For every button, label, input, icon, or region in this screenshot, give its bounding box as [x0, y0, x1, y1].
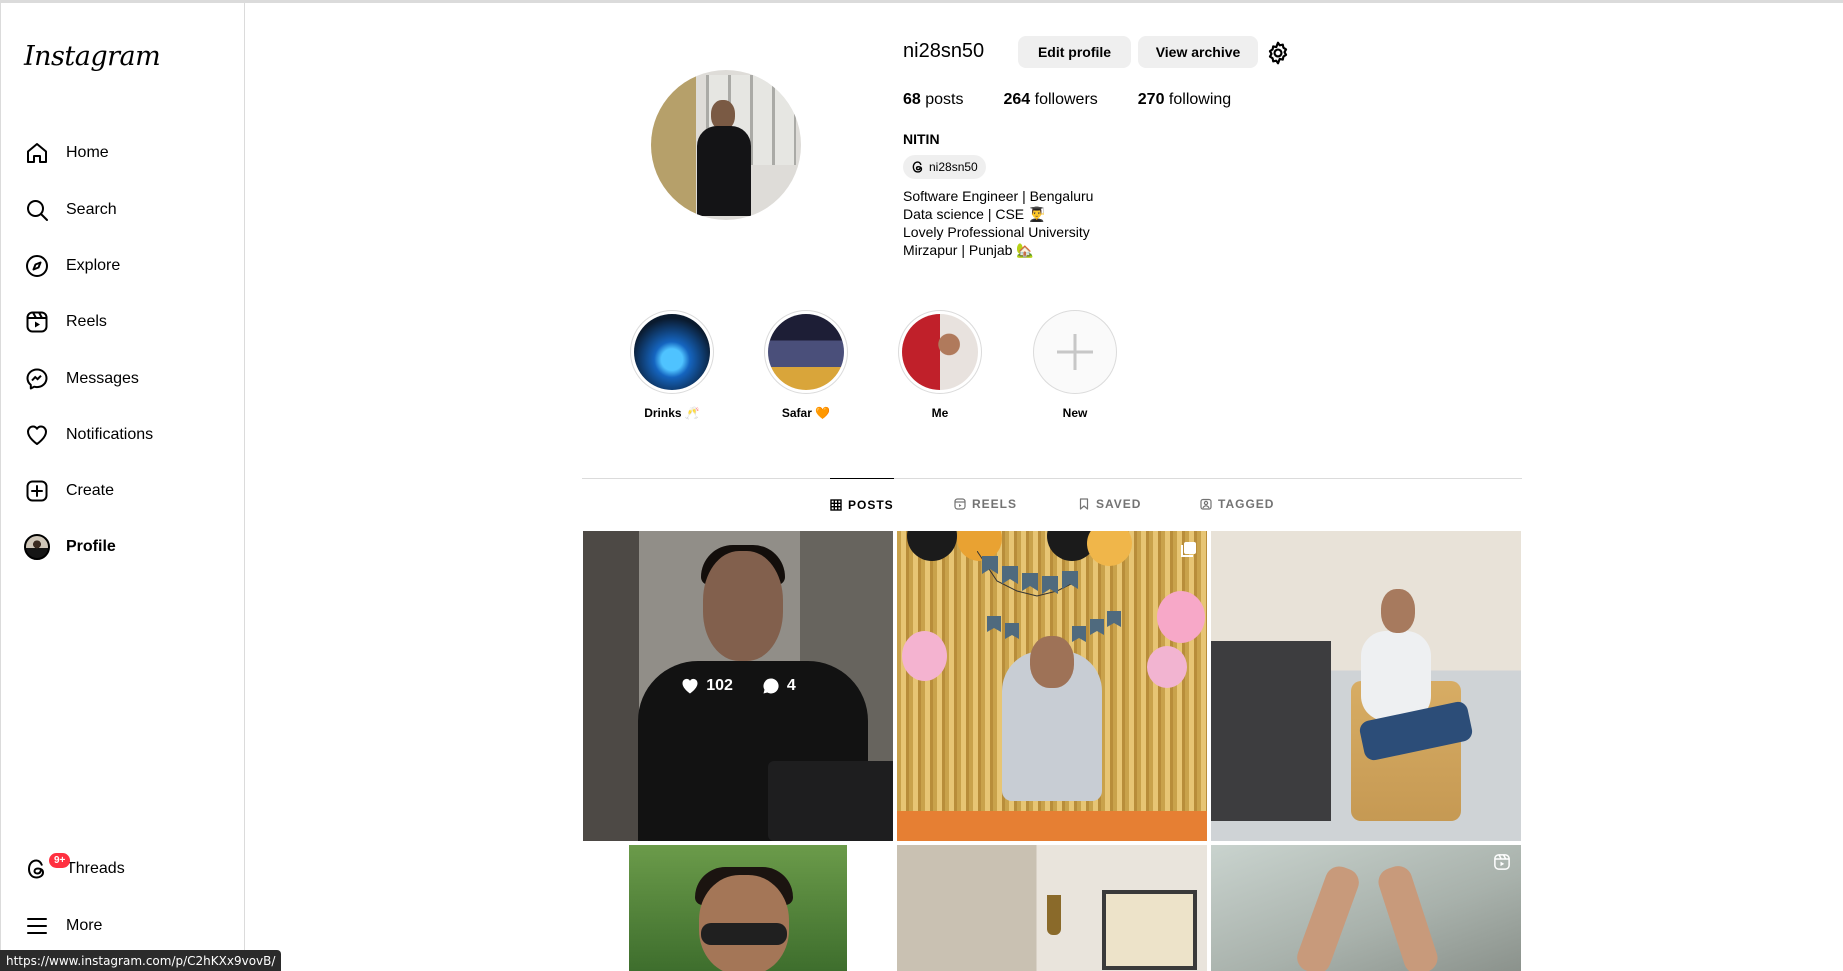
bio-line: Software Engineer | Bengaluru	[903, 188, 1094, 204]
sidebar-item-home[interactable]: Home	[12, 129, 232, 177]
sidebar-item-notifications[interactable]: Notifications	[12, 411, 232, 459]
highlight-caption: Me	[931, 406, 949, 420]
gear-icon[interactable]	[1265, 40, 1289, 65]
profile-stats: 68 posts 264 followers 270 following	[903, 91, 1271, 109]
threads-icon	[912, 161, 923, 173]
heart-icon	[682, 678, 698, 694]
tab-reels[interactable]: REELS	[954, 478, 1017, 530]
reels-icon	[24, 309, 50, 335]
likes-value: 102	[706, 677, 733, 694]
sidebar-item-label: Explore	[66, 257, 121, 274]
sidebar-item-label: Profile	[66, 538, 116, 555]
sidebar-item-label: Threads	[66, 860, 125, 877]
sidebar-item-label: Reels	[66, 313, 107, 330]
tabs-divider	[582, 478, 1522, 479]
reels-icon	[954, 498, 966, 510]
sidebar-item-label: More	[66, 917, 103, 934]
sidebar-item-search[interactable]: Search	[12, 186, 232, 234]
sidebar-item-label: Home	[66, 144, 109, 161]
profile-bio: Software Engineer | Bengaluru Data scien…	[903, 187, 1093, 259]
new-highlight-button[interactable]: New	[1030, 310, 1120, 420]
notification-badge: 9+	[49, 853, 71, 868]
post-thumbnail[interactable]	[1211, 531, 1521, 841]
avatar	[24, 534, 50, 560]
comments-count: 4	[761, 676, 796, 696]
tab-saved[interactable]: SAVED	[1078, 478, 1141, 530]
sidebar: Instagram Home Search Explore Reels Mess…	[0, 3, 245, 971]
profile-avatar[interactable]	[651, 70, 801, 220]
view-archive-button[interactable]: View archive	[1138, 36, 1258, 68]
tab-label: POSTS	[848, 497, 894, 512]
threads-handle-chip[interactable]: ni28sn50	[903, 155, 986, 179]
sidebar-item-label: Messages	[66, 370, 139, 387]
grid-icon	[830, 498, 842, 511]
messenger-icon	[24, 366, 50, 392]
bio-line: Lovely Professional University	[903, 224, 1090, 240]
tab-label: SAVED	[1096, 497, 1142, 511]
threads-handle: ni28sn50	[929, 160, 978, 174]
bio-line: Mirzapur | Punjab 🏡	[903, 242, 1034, 258]
sidebar-item-create[interactable]: Create	[12, 467, 232, 515]
post-thumbnail[interactable]	[1211, 845, 1521, 971]
sidebar-item-more[interactable]: More	[12, 902, 232, 950]
post-thumbnail[interactable]	[629, 845, 847, 971]
highlight-me[interactable]: Me	[895, 310, 985, 420]
post-thumbnail[interactable]: 102 4	[583, 531, 893, 841]
compass-icon	[24, 253, 50, 279]
reels-icon	[1494, 854, 1510, 870]
multiple-photos-icon	[1181, 542, 1196, 557]
tag-icon	[1200, 498, 1212, 510]
highlight-caption: New	[1062, 406, 1088, 420]
highlight-drinks[interactable]: Drinks 🥂	[627, 310, 717, 420]
bookmark-icon	[1078, 498, 1090, 510]
plus-icon	[1033, 310, 1117, 394]
highlight-safar[interactable]: Safar 🧡	[761, 310, 851, 420]
following-count: 270	[1137, 91, 1165, 108]
home-icon	[24, 140, 50, 166]
sidebar-item-reels[interactable]: Reels	[12, 298, 232, 346]
sidebar-item-label: Create	[66, 482, 115, 499]
status-bar-url: https://www.instagram.com/p/C2hKXx9vovB/	[0, 950, 282, 971]
posts-stat: 68 posts	[903, 91, 963, 109]
highlight-thumbnail	[634, 314, 710, 390]
post-thumbnail[interactable]	[897, 845, 1207, 971]
tab-label: REELS	[972, 497, 1018, 511]
highlight-caption: Safar 🧡	[781, 406, 831, 420]
likes-count: 102	[680, 676, 733, 696]
tab-label: TAGGED	[1218, 497, 1275, 511]
tab-tagged[interactable]: TAGGED	[1200, 478, 1274, 530]
tab-posts[interactable]: POSTS	[830, 478, 894, 530]
followers-count: 264	[1003, 91, 1031, 108]
plus-square-icon	[24, 478, 50, 504]
sidebar-item-threads[interactable]: 9+ Threads	[12, 845, 232, 893]
following-label: following	[1164, 91, 1232, 108]
post-thumbnail[interactable]	[897, 531, 1207, 841]
instagram-logo[interactable]: Instagram	[24, 41, 161, 72]
sidebar-item-label: Search	[66, 201, 117, 218]
sidebar-item-explore[interactable]: Explore	[12, 242, 232, 290]
sidebar-item-messages[interactable]: Messages	[12, 355, 232, 403]
heart-icon	[24, 422, 50, 448]
sidebar-item-label: Notifications	[66, 426, 154, 443]
profile-username: ni28sn50	[903, 40, 985, 62]
profile-full-name: NITIN	[903, 131, 940, 147]
posts-count: 68	[903, 91, 921, 108]
bio-line: Data science | CSE 👨‍🎓	[903, 206, 1046, 222]
followers-label: followers	[1030, 91, 1098, 108]
highlight-caption: Drinks 🥂	[644, 406, 700, 420]
sidebar-item-profile[interactable]: Profile	[12, 523, 232, 571]
post-hover-overlay: 102 4	[583, 531, 893, 841]
search-icon	[24, 197, 50, 223]
posts-label: posts	[920, 91, 964, 108]
edit-profile-button[interactable]: Edit profile	[1018, 36, 1131, 68]
highlight-thumbnail	[768, 314, 844, 390]
following-stat[interactable]: 270 following	[1138, 91, 1231, 109]
followers-stat[interactable]: 264 followers	[1003, 91, 1097, 109]
threads-icon: 9+	[24, 853, 71, 882]
comments-value: 4	[786, 677, 796, 694]
highlight-thumbnail	[902, 314, 978, 390]
menu-icon	[24, 913, 50, 939]
comment-icon	[763, 678, 779, 694]
